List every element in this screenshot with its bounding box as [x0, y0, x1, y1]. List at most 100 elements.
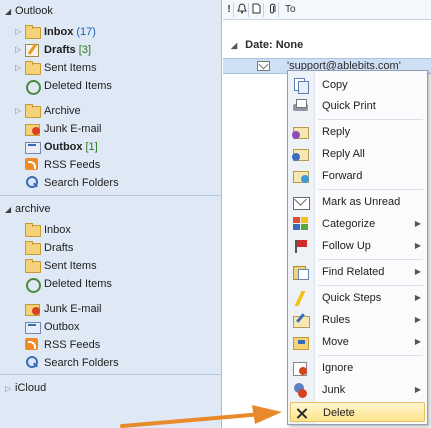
folder-label: Sent Items — [44, 260, 97, 272]
menu-item-move[interactable]: Move ▶ — [290, 332, 425, 352]
rss-icon — [25, 158, 40, 170]
menu-item-reply-all[interactable]: Reply All — [290, 144, 425, 164]
deleted-items-icon — [25, 277, 41, 293]
account-archive[interactable]: ◢ archive — [5, 201, 50, 217]
menu-separator — [318, 189, 423, 190]
group-header[interactable]: ◢ Date: None — [231, 39, 303, 51]
folder-label: RSS Feeds — [44, 339, 101, 351]
folder-sent-items[interactable]: ▷ Sent Items — [15, 60, 97, 76]
mark-unread-icon — [293, 195, 310, 210]
menu-item-forward[interactable]: Forward — [290, 166, 425, 186]
folder-icon — [25, 61, 41, 75]
submenu-arrow-icon: ▶ — [414, 267, 421, 276]
move-icon — [293, 335, 309, 350]
folder-archive[interactable]: ▷ Archive — [15, 103, 81, 119]
rss-icon — [25, 338, 40, 350]
find-related-icon — [293, 265, 309, 280]
folder-sent-items[interactable]: Sent Items — [15, 258, 97, 274]
menu-item-quick-print[interactable]: Quick Print — [290, 96, 425, 116]
divider — [0, 195, 221, 196]
divider — [0, 374, 221, 375]
menu-separator — [318, 119, 423, 120]
folder-junk-email[interactable]: Junk E-mail — [15, 301, 101, 317]
account-label: Outlook — [15, 5, 53, 17]
outbox-icon — [25, 320, 41, 334]
account-label: archive — [15, 203, 51, 215]
expand-arrow-icon[interactable]: ▷ — [15, 103, 25, 119]
folder-drafts[interactable]: Drafts — [15, 240, 73, 256]
folder-icon — [25, 104, 41, 118]
expand-arrow-icon[interactable]: ▷ — [15, 42, 25, 58]
folder-junk-email[interactable]: Junk E-mail — [15, 121, 101, 137]
expand-triangle-icon[interactable]: ◢ — [5, 202, 15, 218]
folder-rss-feeds[interactable]: RSS Feeds — [15, 337, 100, 353]
folder-icon — [25, 241, 41, 255]
menu-item-delete[interactable]: Delete — [290, 402, 425, 422]
folder-inbox[interactable]: Inbox — [15, 222, 71, 238]
folder-rss-feeds[interactable]: RSS Feeds — [15, 157, 100, 173]
folder-label: Outbox — [44, 321, 80, 333]
menu-separator — [318, 259, 423, 260]
folder-label: Deleted Items — [44, 278, 112, 290]
menu-item-categorize[interactable]: Categorize ▶ — [290, 214, 425, 234]
expand-arrow-icon[interactable]: ▷ — [15, 24, 25, 40]
to-column[interactable]: To — [281, 3, 431, 17]
folder-label: Drafts — [44, 44, 76, 56]
drafts-icon — [25, 43, 40, 57]
icon-column[interactable] — [250, 3, 264, 17]
menu-item-copy[interactable]: Copy — [290, 75, 425, 95]
folder-inbox[interactable]: ▷ Inbox (17) — [15, 24, 96, 40]
menu-item-reply[interactable]: Reply — [290, 122, 425, 142]
folder-drafts[interactable]: ▷ Drafts [3] — [15, 42, 91, 58]
submenu-arrow-icon: ▶ — [414, 385, 421, 394]
quick-steps-icon — [293, 291, 309, 305]
collapse-triangle-icon[interactable]: ◢ — [231, 41, 237, 50]
folder-icon — [25, 259, 41, 273]
importance-column[interactable]: ! — [225, 3, 234, 17]
item-count: [1] — [85, 141, 98, 153]
reply-icon — [292, 125, 309, 139]
menu-item-find-related[interactable]: Find Related ▶ — [290, 262, 425, 282]
search-folder-icon — [25, 176, 40, 188]
junk-menu-icon — [293, 383, 309, 398]
expand-arrow-icon[interactable]: ▷ — [15, 60, 25, 76]
account-label: iCloud — [15, 382, 47, 394]
folder-search-folders[interactable]: Search Folders — [15, 355, 119, 371]
rules-icon — [293, 313, 310, 328]
attachment-column[interactable] — [265, 3, 279, 17]
menu-item-mark-as-unread[interactable]: Mark as Unread — [290, 192, 425, 212]
bell-icon — [236, 3, 247, 14]
search-folder-icon — [25, 356, 40, 368]
folder-label: Search Folders — [44, 177, 119, 189]
menu-item-ignore[interactable]: Ignore — [290, 358, 425, 378]
folder-outbox[interactable]: Outbox [1] — [15, 139, 98, 155]
folder-search-folders[interactable]: Search Folders — [15, 175, 119, 191]
unread-count: (17) — [76, 26, 96, 38]
expand-arrow-icon[interactable]: ▷ — [5, 381, 15, 397]
expand-triangle-icon[interactable]: ◢ — [5, 4, 15, 20]
reply-all-icon — [292, 147, 309, 161]
menu-item-label: Mark as Unread — [322, 196, 401, 208]
folder-deleted-items[interactable]: Deleted Items — [15, 78, 112, 95]
forward-icon — [293, 169, 309, 183]
menu-item-quick-steps[interactable]: Quick Steps ▶ — [290, 288, 425, 308]
reminder-column[interactable] — [235, 3, 249, 17]
account-icloud[interactable]: ▷ iCloud — [5, 380, 46, 396]
folder-label: Inbox — [44, 224, 71, 236]
folder-deleted-items[interactable]: Deleted Items — [15, 276, 112, 293]
menu-item-label: Quick Print — [322, 100, 376, 112]
folder-label: Deleted Items — [44, 80, 112, 92]
menu-item-junk[interactable]: Junk ▶ — [290, 380, 425, 400]
account-outlook[interactable]: ◢ Outlook — [5, 3, 53, 19]
item-count: [3] — [78, 44, 92, 56]
folder-pane: ◢ Outlook ▷ Inbox (17) ▷ Drafts [3] ▷ Sent Ite… — [0, 0, 222, 428]
column-header: ! To — [223, 0, 431, 20]
folder-label: Sent Items — [44, 62, 97, 74]
menu-item-label: Move — [322, 336, 349, 348]
ignore-icon — [293, 361, 309, 376]
menu-item-rules[interactable]: Rules ▶ — [290, 310, 425, 330]
menu-item-follow-up[interactable]: Follow Up ▶ — [290, 236, 425, 256]
folder-label: Junk E-mail — [44, 123, 102, 135]
paperclip-icon — [269, 3, 275, 14]
folder-outbox[interactable]: Outbox — [15, 319, 79, 335]
